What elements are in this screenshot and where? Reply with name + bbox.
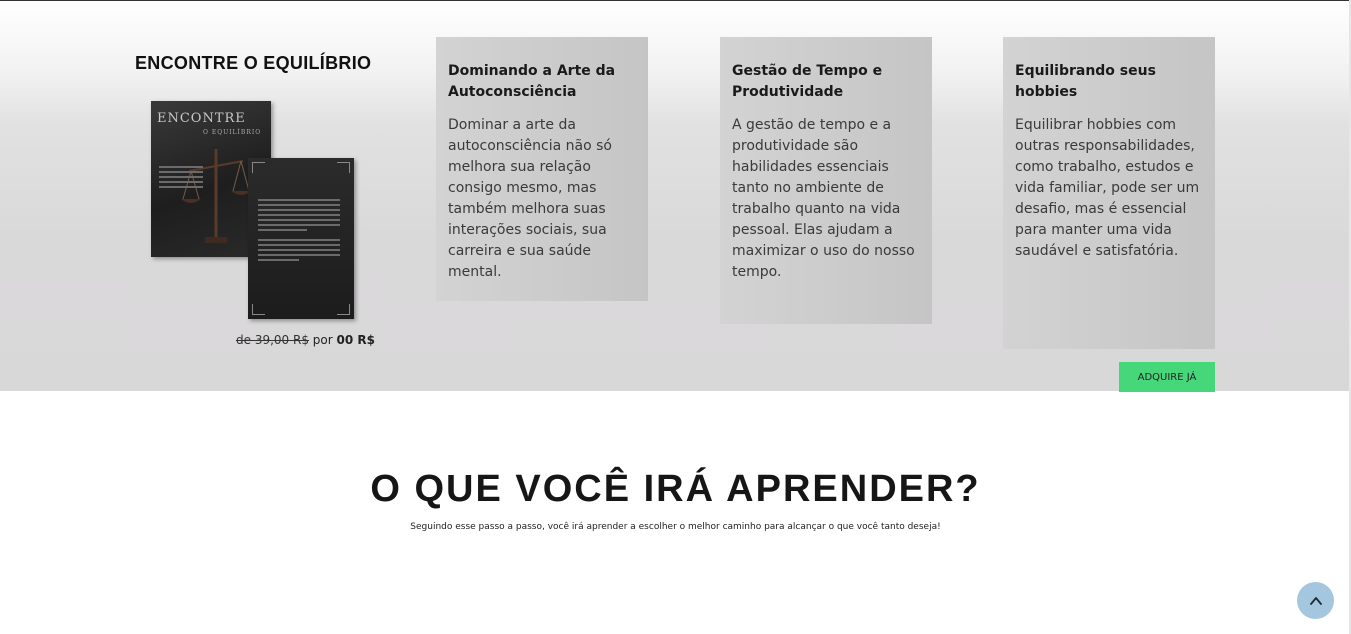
back-to-top-button[interactable]: [1297, 582, 1334, 619]
feature-card: Gestão de Tempo e Produtividade A gestão…: [720, 37, 932, 324]
feature-card: Dominando a Arte da Autoconsciência Domi…: [436, 37, 648, 301]
book-cover-title: ENCONTRE: [157, 111, 246, 126]
book-cover-subtitle: O EQUILÍBRIO: [203, 129, 262, 136]
feature-card-title: Equilibrando seus hobbies: [1015, 63, 1156, 100]
book-back-text-lines: [258, 196, 340, 264]
price-line: de 39,00 R$ por 00 R$: [236, 333, 375, 347]
feature-card-title: Gestão de Tempo e Produtividade: [732, 63, 883, 100]
book-cover-back-image: [248, 158, 354, 319]
feature-card-text: Equilibrar hobbies com outras responsabi…: [1015, 117, 1200, 259]
feature-card: Equilibrando seus hobbies Equilibrar hob…: [1003, 37, 1215, 349]
product-title: ENCONTRE O EQUILÍBRIO: [135, 53, 372, 73]
chevron-up-icon: [1309, 596, 1322, 605]
price-connector: por: [312, 333, 333, 347]
product-section: ENCONTRE O EQUILÍBRIO ENCONTRE O EQUILÍB…: [0, 1, 1349, 392]
buy-now-button[interactable]: ADQUIRE JÁ: [1119, 362, 1215, 392]
learn-section-title: O QUE VOCÊ IRÁ APRENDER?: [370, 468, 981, 510]
balance-scale-icon: [181, 149, 251, 243]
feature-card-text: Dominar a arte da autoconsciência não só…: [448, 117, 612, 280]
learn-section-subtitle: Seguindo esse passo a passo, você irá ap…: [410, 522, 941, 532]
old-price: de 39,00 R$: [236, 333, 309, 347]
feature-card-title: Dominando a Arte da Autoconsciência: [448, 63, 616, 100]
new-price: 00 R$: [336, 333, 375, 347]
feature-card-text: A gestão de tempo e a produtividade são …: [732, 117, 915, 280]
book-cover-text-lines: [159, 163, 203, 191]
